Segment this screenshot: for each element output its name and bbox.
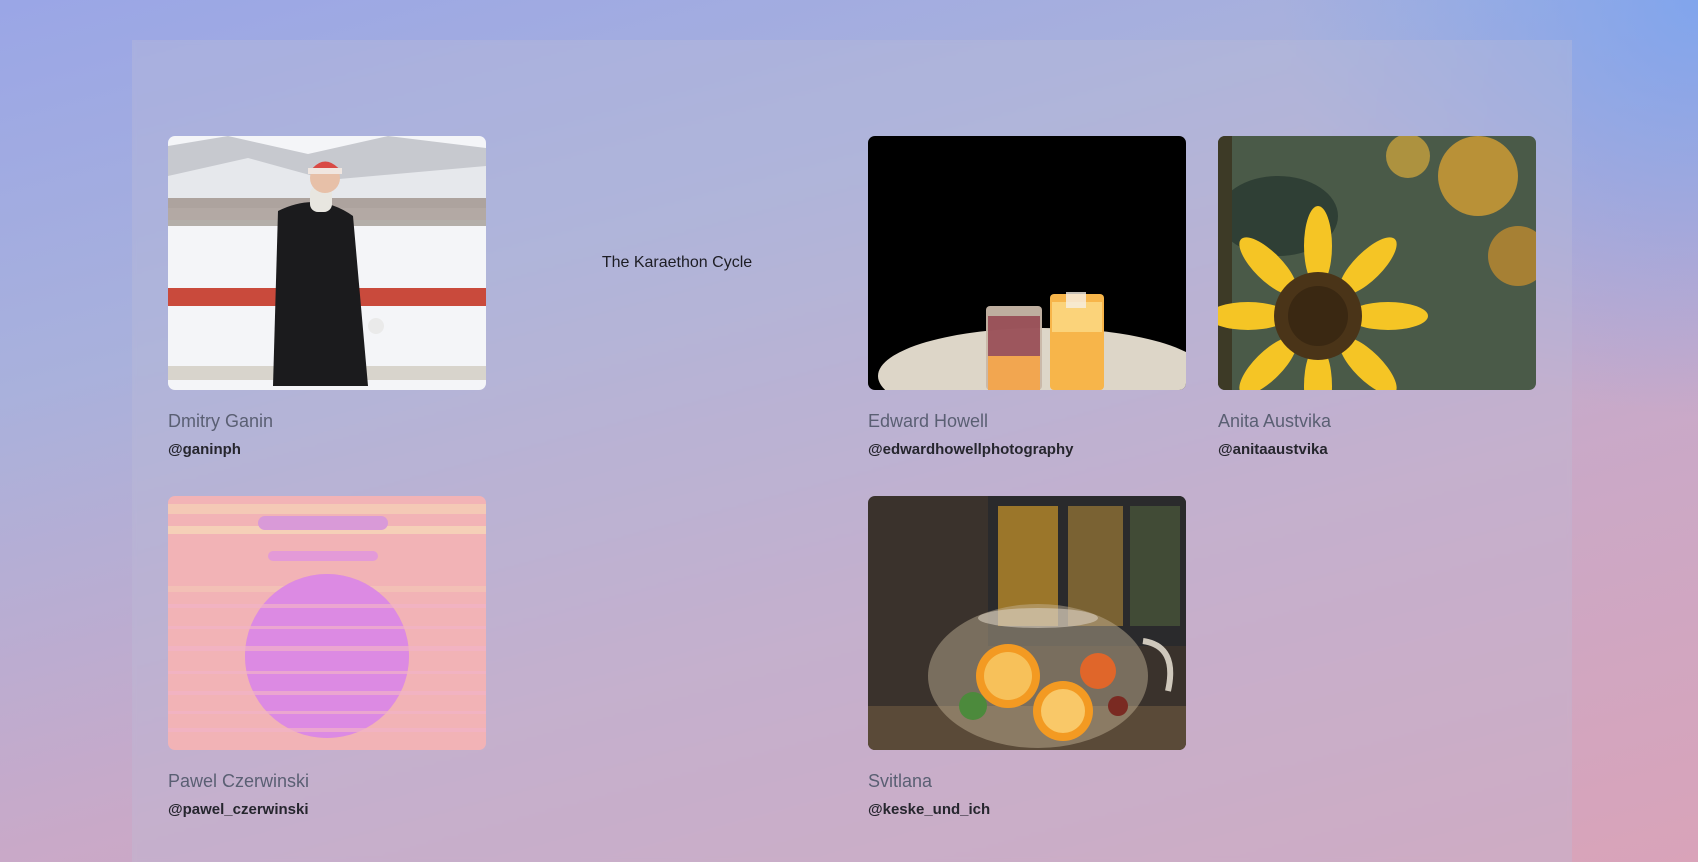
photographer-handle[interactable]: @pawel_czerwinski [168, 800, 486, 820]
photographer-handle[interactable]: @edwardhowellphotography [868, 440, 1186, 460]
glitch-sphere-image [168, 496, 486, 750]
photo-thumbnail[interactable] [1218, 136, 1536, 390]
gallery-card[interactable]: Dmitry Ganin @ganinph [168, 136, 486, 460]
photographer-name: Pawel Czerwinski [168, 771, 310, 791]
title-cell: The Karaethon Cycle [518, 136, 836, 390]
sunflower-image [1218, 136, 1536, 390]
photographer-name: Svitlana [868, 771, 933, 791]
photographer-name: Anita Austvika [1218, 411, 1332, 431]
gallery-card[interactable]: Edward Howell @edwardhowellphotography [868, 136, 1186, 460]
cocktails-image [868, 136, 1186, 390]
photo-thumbnail[interactable] [868, 136, 1186, 390]
photo-thumbnail[interactable] [168, 136, 486, 390]
fruit-tea-image [868, 496, 1186, 750]
gallery-panel: Dmitry Ganin @ganinph The Karaethon Cycl… [132, 40, 1572, 862]
photographer-name: Dmitry Ganin [168, 411, 274, 431]
gallery-card[interactable]: Svitlana @keske_und_ich [868, 496, 1186, 820]
gallery-card[interactable]: Pawel Czerwinski @pawel_czerwinski [168, 496, 486, 820]
page-title: The Karaethon Cycle [601, 254, 753, 271]
photographer-handle[interactable]: @anitaaustvika [1218, 440, 1536, 460]
photographer-handle[interactable]: @keske_und_ich [868, 800, 1186, 820]
photo-thumbnail[interactable] [168, 496, 486, 750]
photo-thumbnail[interactable] [868, 496, 1186, 750]
gallery-grid: Dmitry Ganin @ganinph The Karaethon Cycl… [168, 136, 1536, 820]
gallery-card[interactable]: Anita Austvika @anitaaustvika [1218, 136, 1536, 460]
woman-in-snow-image [168, 136, 486, 390]
photographer-handle[interactable]: @ganinph [168, 440, 486, 460]
empty-cell [518, 496, 836, 820]
photographer-name: Edward Howell [868, 411, 989, 431]
empty-cell [1218, 496, 1536, 820]
